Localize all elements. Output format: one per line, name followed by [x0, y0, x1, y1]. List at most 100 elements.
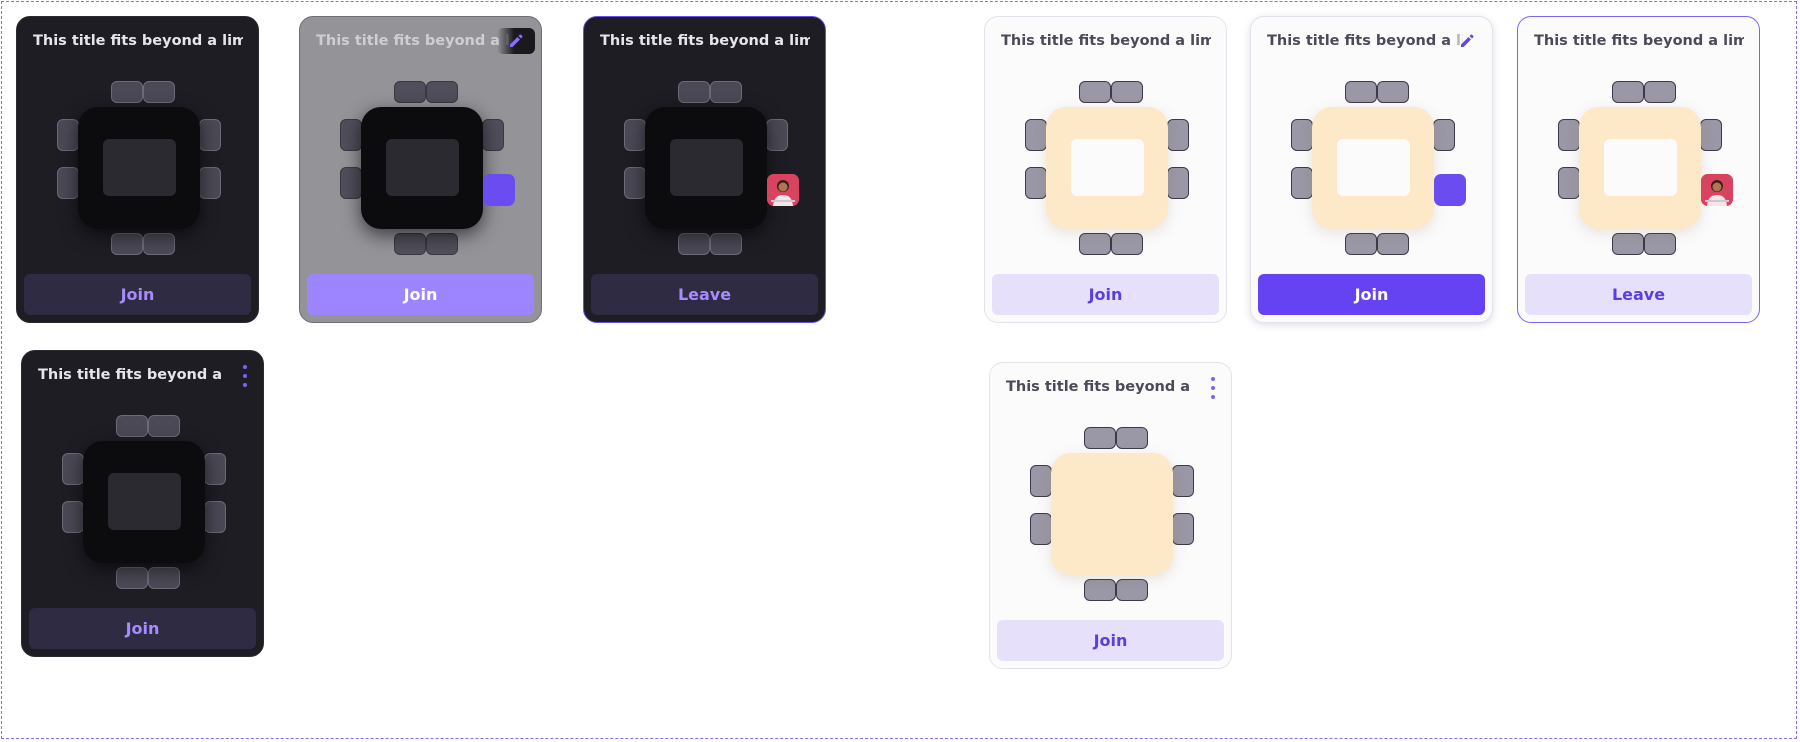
- chair: [1612, 81, 1644, 103]
- chair: [426, 233, 458, 255]
- table-layout: [1026, 427, 1196, 601]
- join-button[interactable]: Join: [997, 620, 1224, 661]
- table-card-light-default[interactable]: This title fits beyond a limitation Join: [984, 16, 1227, 323]
- chair: [1377, 233, 1409, 255]
- kebab-menu-icon[interactable]: [239, 365, 251, 387]
- table-card-dark-hover[interactable]: This title fits beyond a limitation Join: [299, 16, 542, 323]
- user-avatar[interactable]: [1701, 174, 1733, 206]
- table-card-light-menu[interactable]: This title fits beyond a limitation Join: [989, 362, 1232, 669]
- chair: [710, 233, 742, 255]
- chair: [1700, 119, 1722, 151]
- table-layout: [58, 415, 228, 589]
- chair: [204, 501, 226, 533]
- chair: [1644, 81, 1676, 103]
- selected-seat[interactable]: [1434, 174, 1466, 206]
- table-surface: [78, 107, 200, 229]
- table-screen: [1071, 139, 1144, 196]
- table-surface: [645, 107, 767, 229]
- leave-button[interactable]: Leave: [591, 274, 818, 315]
- chair: [1079, 81, 1111, 103]
- card-title: This title fits beyond a limitation: [1006, 379, 1192, 395]
- chair: [57, 119, 79, 151]
- edit-button[interactable]: [497, 28, 535, 54]
- table-card-light-joined[interactable]: This title fits beyond a limitation Leav…: [1517, 16, 1760, 323]
- table-surface: [83, 441, 205, 563]
- chair: [624, 119, 646, 151]
- chair: [116, 567, 148, 589]
- table-screen: [386, 139, 459, 196]
- chair: [678, 81, 710, 103]
- card-title: This title fits beyond a limitation: [316, 33, 512, 49]
- chair: [116, 415, 148, 437]
- join-button[interactable]: Join: [307, 274, 534, 315]
- chair: [710, 81, 742, 103]
- chair: [148, 415, 180, 437]
- chair: [1111, 81, 1143, 103]
- chair: [1167, 167, 1189, 199]
- table-screen: [1604, 139, 1677, 196]
- chair: [394, 233, 426, 255]
- chair: [1116, 579, 1148, 601]
- selected-seat[interactable]: [483, 174, 515, 206]
- chair: [1030, 513, 1052, 545]
- chair: [1644, 233, 1676, 255]
- table-screen: [103, 139, 176, 196]
- table-card-dark-default[interactable]: This title fits beyond a limitation Join: [16, 16, 259, 323]
- chair: [199, 119, 221, 151]
- chair: [143, 81, 175, 103]
- card-title: This title fits beyond a limitation: [600, 33, 810, 49]
- chair: [1025, 167, 1047, 199]
- chair: [1167, 119, 1189, 151]
- chair: [57, 167, 79, 199]
- chair: [340, 167, 362, 199]
- table-surface: [1312, 107, 1434, 229]
- table-card-dark-menu[interactable]: This title fits beyond a limitation Join: [21, 350, 264, 657]
- chair: [62, 501, 84, 533]
- table-screen: [1337, 139, 1410, 196]
- pencil-icon: [1461, 34, 1474, 47]
- table-card-light-hover[interactable]: This title fits beyond a limitation Join: [1250, 16, 1493, 323]
- chair: [1084, 427, 1116, 449]
- table-layout: [336, 81, 515, 255]
- table-layout: [1021, 81, 1191, 255]
- chair: [1345, 81, 1377, 103]
- table-layout: [1287, 81, 1466, 255]
- table-surface: [1051, 453, 1173, 575]
- chair: [1345, 233, 1377, 255]
- table-surface: [1579, 107, 1701, 229]
- chair: [766, 119, 788, 151]
- chair: [148, 567, 180, 589]
- join-button[interactable]: Join: [1258, 274, 1485, 315]
- table-surface: [361, 107, 483, 229]
- chair: [199, 167, 221, 199]
- table-layout: [1554, 81, 1733, 255]
- table-layout: [620, 81, 799, 255]
- table-card-dark-joined[interactable]: This title fits beyond a limitation Leav…: [583, 16, 826, 323]
- chair: [426, 81, 458, 103]
- join-button[interactable]: Join: [992, 274, 1219, 315]
- chair: [143, 233, 175, 255]
- chair: [482, 119, 504, 151]
- pencil-icon: [510, 34, 523, 47]
- leave-button[interactable]: Leave: [1525, 274, 1752, 315]
- chair: [1111, 233, 1143, 255]
- chair: [1116, 427, 1148, 449]
- chair: [62, 453, 84, 485]
- chair: [624, 167, 646, 199]
- chair: [1025, 119, 1047, 151]
- chair: [1030, 465, 1052, 497]
- edit-button[interactable]: [1448, 28, 1486, 54]
- kebab-menu-icon[interactable]: [1207, 377, 1219, 399]
- card-title: This title fits beyond a limitation: [1267, 33, 1463, 49]
- chair: [1558, 119, 1580, 151]
- table-screen: [670, 139, 743, 196]
- chair: [1084, 579, 1116, 601]
- user-avatar[interactable]: [767, 174, 799, 206]
- join-button[interactable]: Join: [29, 608, 256, 649]
- table-screen: [108, 473, 181, 530]
- chair: [1291, 167, 1313, 199]
- table-layout: [53, 81, 223, 255]
- chair: [204, 453, 226, 485]
- chair: [678, 233, 710, 255]
- join-button[interactable]: Join: [24, 274, 251, 315]
